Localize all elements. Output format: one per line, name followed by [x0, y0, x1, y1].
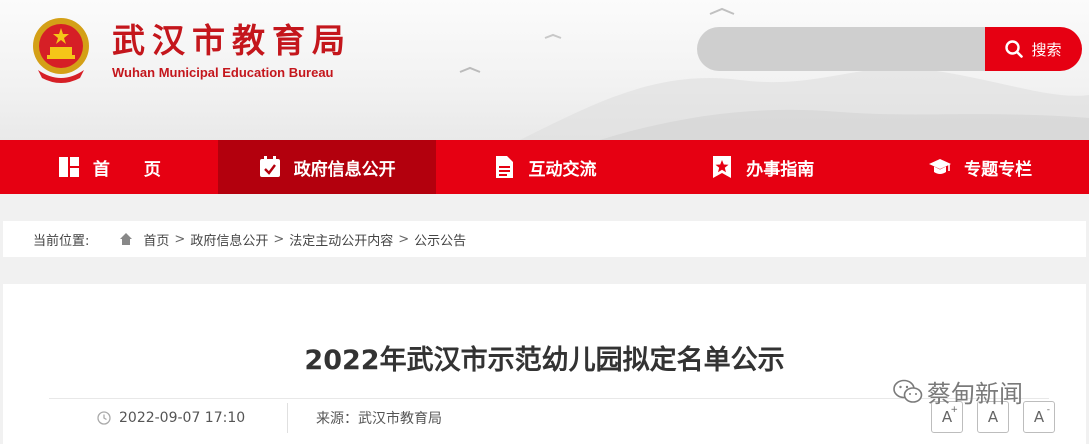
- nav-item-label: 首 页: [92, 159, 161, 180]
- calendar-check-icon: [259, 156, 280, 177]
- meta-divider: [287, 403, 288, 433]
- breadcrumb-link-home[interactable]: 首页: [143, 230, 169, 249]
- article-source: 来源：武汉市教育局: [316, 411, 442, 427]
- publish-date-value: 2022-09-07 17:10: [119, 410, 246, 426]
- breadcrumb-separator: >: [273, 231, 285, 247]
- watermark-text: 蔡甸新闻: [927, 380, 1023, 408]
- search-input[interactable]: [697, 27, 987, 71]
- wechat-icon: [893, 379, 923, 403]
- article-panel: 2022年武汉市示范幼儿园拟定名单公示 2022-09-07 17:10 来源：…: [3, 284, 1086, 444]
- nav-item-home[interactable]: 首 页: [0, 140, 218, 194]
- breadcrumb-link-announcements[interactable]: 公示公告: [414, 230, 466, 249]
- nav-item-interaction[interactable]: 互动交流: [436, 140, 654, 194]
- nav-item-label: 专题专栏: [964, 159, 1033, 180]
- national-emblem-icon: [33, 18, 89, 83]
- breadcrumb-separator: >: [398, 231, 410, 247]
- breadcrumb-label: 当前位置:: [33, 233, 90, 249]
- main-nav: 首 页 政府信息公开 互动交流 办事指南 专题专栏: [0, 140, 1089, 194]
- site-header: 武汉市教育局 Wuhan Municipal Education Bureau …: [0, 0, 1089, 140]
- breadcrumb-link-gov-info[interactable]: 政府信息公开: [190, 230, 268, 249]
- breadcrumb: 当前位置: 首页 > 政府信息公开 > 法定主动公开内容 > 公示公告: [3, 221, 1086, 257]
- clock-icon: [97, 411, 111, 425]
- nav-item-gov-info[interactable]: 政府信息公开: [217, 140, 436, 194]
- search-button-label: 搜索: [1031, 40, 1062, 59]
- site-subtitle: Wuhan Municipal Education Bureau: [112, 65, 334, 80]
- document-icon: [496, 156, 514, 178]
- star-bookmark-icon: [713, 156, 732, 178]
- nav-item-special[interactable]: 专题专栏: [871, 140, 1089, 194]
- nav-item-label: 互动交流: [528, 159, 597, 180]
- grid-icon: [58, 157, 79, 177]
- nav-item-guide[interactable]: 办事指南: [653, 140, 871, 194]
- font-decrease-button[interactable]: A-: [1023, 401, 1055, 433]
- breadcrumb-separator: >: [174, 231, 186, 247]
- home-icon: [120, 233, 133, 245]
- nav-item-label: 政府信息公开: [293, 159, 396, 180]
- wechat-watermark: 蔡甸新闻: [893, 374, 1023, 409]
- site-title: 武汉市教育局: [112, 21, 352, 60]
- graduation-cap-icon: [929, 159, 952, 174]
- search-icon: [1005, 40, 1024, 58]
- search-button[interactable]: 搜索: [985, 27, 1082, 71]
- article-title: 2022年武汉市示范幼儿园拟定名单公示: [304, 345, 785, 376]
- publish-date: 2022-09-07 17:10: [97, 410, 287, 426]
- nav-item-label: 办事指南: [746, 159, 815, 180]
- breadcrumb-link-statutory[interactable]: 法定主动公开内容: [289, 230, 393, 249]
